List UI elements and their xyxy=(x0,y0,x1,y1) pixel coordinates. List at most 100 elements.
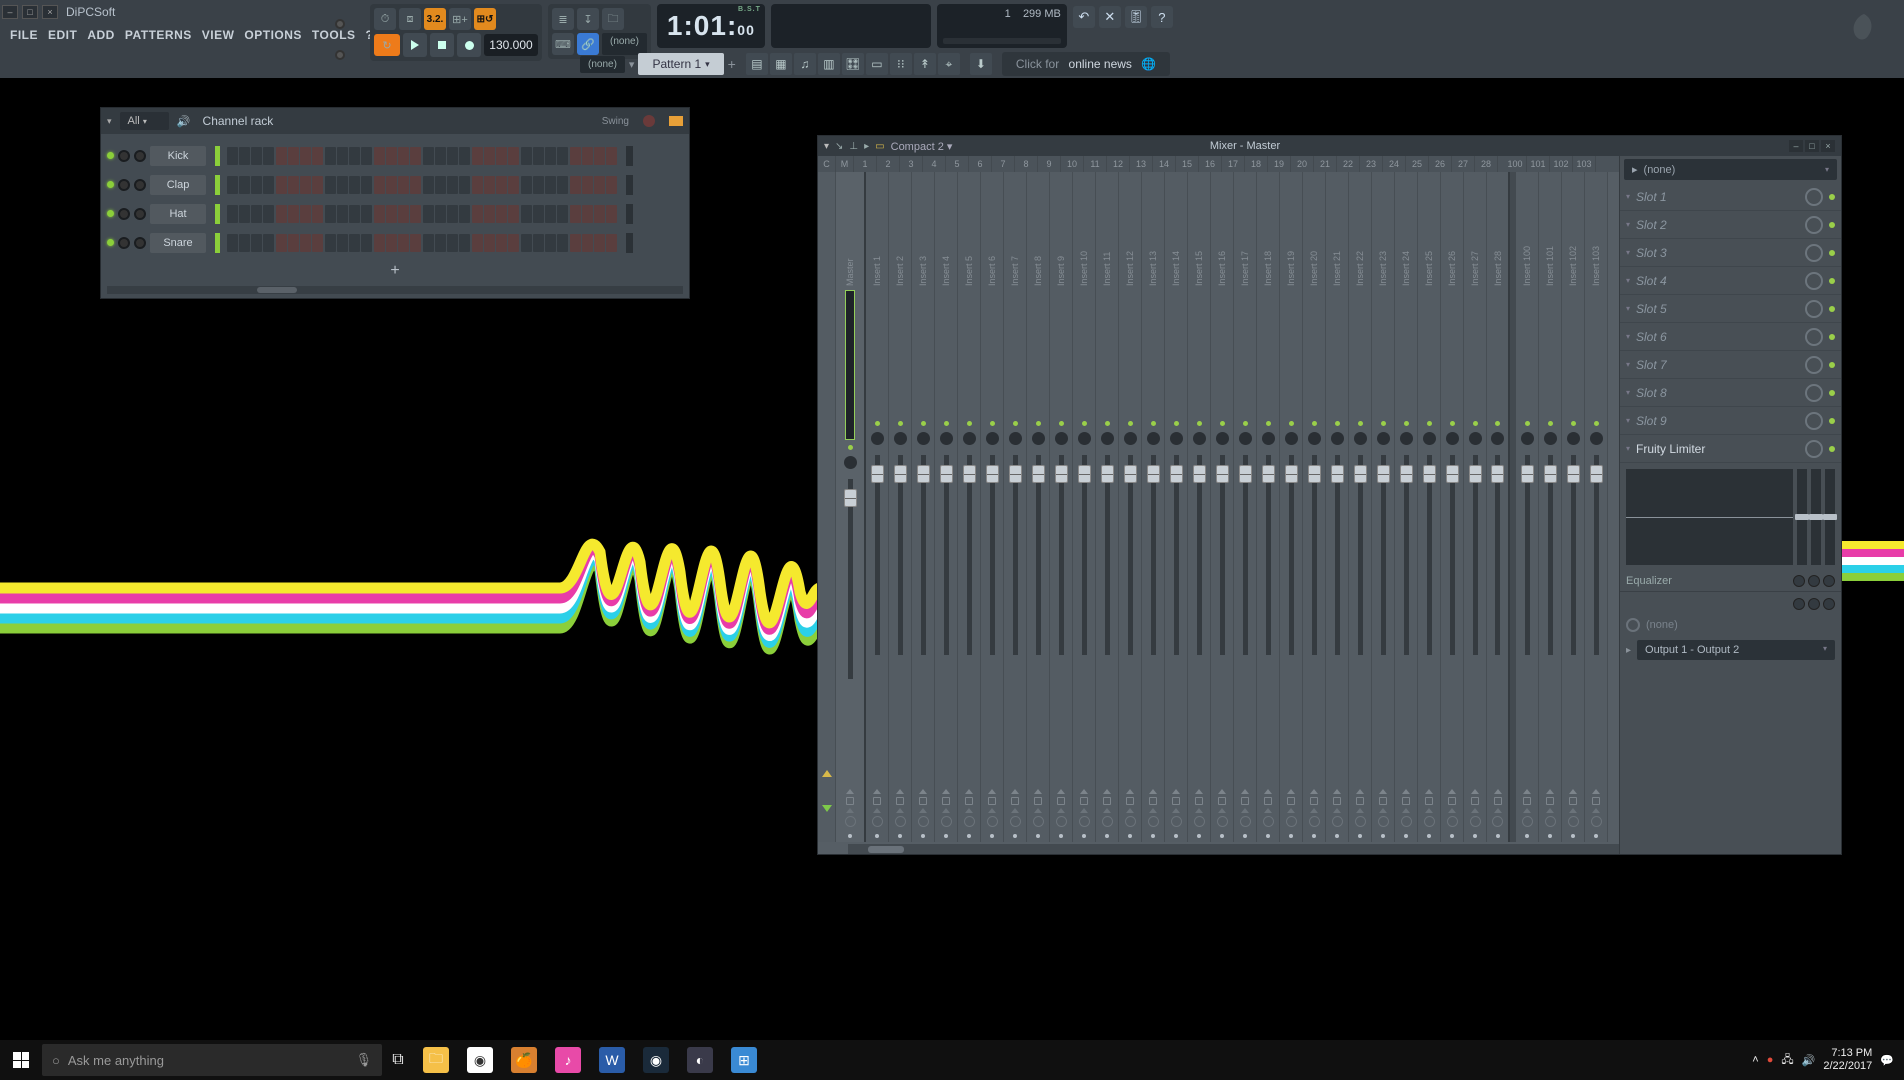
tb-word[interactable]: W xyxy=(590,1040,634,1080)
step[interactable] xyxy=(410,234,421,252)
channel-vol-knob[interactable] xyxy=(134,237,146,249)
step[interactable] xyxy=(349,205,360,223)
track-pan-knob[interactable] xyxy=(1446,432,1459,445)
step[interactable] xyxy=(557,234,568,252)
fx-enable-icon[interactable] xyxy=(1241,789,1249,794)
track-enable-led[interactable] xyxy=(1335,421,1340,426)
fx-enable-icon[interactable] xyxy=(1448,789,1456,794)
task-view-icon[interactable]: ⧉ xyxy=(382,1040,414,1080)
menu-file[interactable]: FILE xyxy=(10,28,38,42)
insert-track[interactable]: Insert 4 xyxy=(935,172,958,842)
track-enable-led[interactable] xyxy=(1381,421,1386,426)
track-header-cell[interactable]: 11 xyxy=(1084,156,1107,172)
insert-track[interactable]: Insert 20 xyxy=(1303,172,1326,842)
track-send-knob[interactable] xyxy=(1355,816,1366,827)
step[interactable] xyxy=(484,205,495,223)
fx-enable-icon[interactable] xyxy=(846,789,854,794)
track-enable-led[interactable] xyxy=(921,421,926,426)
track-header-cell[interactable]: 8 xyxy=(1015,156,1038,172)
slot-enable-led[interactable] xyxy=(1829,446,1835,452)
step[interactable] xyxy=(533,205,544,223)
metronome-icon[interactable]: ⏱ xyxy=(374,8,396,30)
track-header-cell[interactable]: 28 xyxy=(1475,156,1498,172)
track-pan-knob[interactable] xyxy=(1377,432,1390,445)
track-route-arrow-icon[interactable] xyxy=(1310,808,1318,813)
fx-enable-icon[interactable] xyxy=(1523,789,1531,794)
tray-app-icon[interactable]: ● xyxy=(1767,1054,1774,1066)
step[interactable] xyxy=(337,205,348,223)
fx-enable-icon[interactable] xyxy=(1011,789,1019,794)
mixer-min-icon[interactable]: – xyxy=(1789,140,1803,152)
track-fader[interactable] xyxy=(990,455,995,655)
track-fader[interactable] xyxy=(1128,455,1133,655)
slot-enable-led[interactable] xyxy=(1829,278,1835,284)
track-pan-knob[interactable] xyxy=(1567,432,1580,445)
fx-enable-icon[interactable] xyxy=(1264,789,1272,794)
step[interactable] xyxy=(545,176,556,194)
track-send-knob[interactable] xyxy=(1401,816,1412,827)
track-mute-icon[interactable] xyxy=(1218,797,1226,805)
step[interactable] xyxy=(227,147,238,165)
slot-enable-led[interactable] xyxy=(1829,390,1835,396)
track-send-knob[interactable] xyxy=(1194,816,1205,827)
track-mute-icon[interactable] xyxy=(1034,797,1042,805)
step[interactable] xyxy=(447,234,458,252)
countdown-icon[interactable]: 3.2. xyxy=(424,8,446,30)
track-mute-icon[interactable] xyxy=(1569,797,1577,805)
track-send-knob[interactable] xyxy=(1010,816,1021,827)
track-fader[interactable] xyxy=(1220,455,1225,655)
track-enable-led[interactable] xyxy=(848,445,853,450)
track-header-cell[interactable]: 22 xyxy=(1337,156,1360,172)
step[interactable] xyxy=(508,147,519,165)
track-route-arrow-icon[interactable] xyxy=(1264,808,1272,813)
track-mute-icon[interactable] xyxy=(1310,797,1318,805)
step[interactable] xyxy=(435,147,446,165)
track-route-arrow-icon[interactable] xyxy=(1546,808,1554,813)
channel-select[interactable] xyxy=(626,175,633,195)
step[interactable] xyxy=(312,176,323,194)
view-channelrack-icon[interactable]: ▥ xyxy=(818,53,840,75)
cr-scrollbar[interactable] xyxy=(107,286,683,294)
track-enable-led[interactable] xyxy=(1289,421,1294,426)
track-route-arrow-icon[interactable] xyxy=(1379,808,1387,813)
pat-song-toggle[interactable]: ↻ xyxy=(374,34,400,56)
route-from-master-icon[interactable] xyxy=(822,805,832,812)
channel-vol-knob[interactable] xyxy=(134,208,146,220)
step[interactable] xyxy=(459,205,470,223)
step[interactable] xyxy=(496,234,507,252)
slot-menu-icon[interactable]: ▾ xyxy=(1626,248,1630,257)
fx-enable-icon[interactable] xyxy=(1494,789,1502,794)
menu-add[interactable]: ADD xyxy=(87,28,115,42)
track-mute-icon[interactable] xyxy=(846,797,854,805)
track-header-cell[interactable]: 7 xyxy=(992,156,1015,172)
track-route-arrow-icon[interactable] xyxy=(1592,808,1600,813)
track-header-cell[interactable]: 13 xyxy=(1130,156,1153,172)
track-send-knob[interactable] xyxy=(1545,816,1556,827)
track-enable-led[interactable] xyxy=(1243,421,1248,426)
step[interactable] xyxy=(312,234,323,252)
track-fader[interactable] xyxy=(921,455,926,655)
track-header-cell[interactable]: 9 xyxy=(1038,156,1061,172)
track-pan-knob[interactable] xyxy=(1216,432,1229,445)
play-button[interactable] xyxy=(403,33,427,57)
track-mute-icon[interactable] xyxy=(1494,797,1502,805)
track-mute-icon[interactable] xyxy=(1333,797,1341,805)
track-mute-icon[interactable] xyxy=(1080,797,1088,805)
slot-mix-knob[interactable] xyxy=(1805,272,1823,290)
fx-enable-icon[interactable] xyxy=(1080,789,1088,794)
step[interactable] xyxy=(423,205,434,223)
track-mute-icon[interactable] xyxy=(1011,797,1019,805)
channel-button[interactable]: Hat xyxy=(150,204,206,224)
step[interactable] xyxy=(570,176,581,194)
channel-mute-led[interactable] xyxy=(107,210,114,217)
step[interactable] xyxy=(410,205,421,223)
track-enable-led[interactable] xyxy=(1036,421,1041,426)
step[interactable] xyxy=(533,176,544,194)
track-fader[interactable] xyxy=(1036,455,1041,655)
slot-menu-icon[interactable]: ▾ xyxy=(1626,304,1630,313)
loop-record-icon[interactable]: ⊞↺ xyxy=(474,8,496,30)
track-enable-led[interactable] xyxy=(1473,421,1478,426)
track-enable-led[interactable] xyxy=(1594,421,1599,426)
step[interactable] xyxy=(570,147,581,165)
step[interactable] xyxy=(239,205,250,223)
